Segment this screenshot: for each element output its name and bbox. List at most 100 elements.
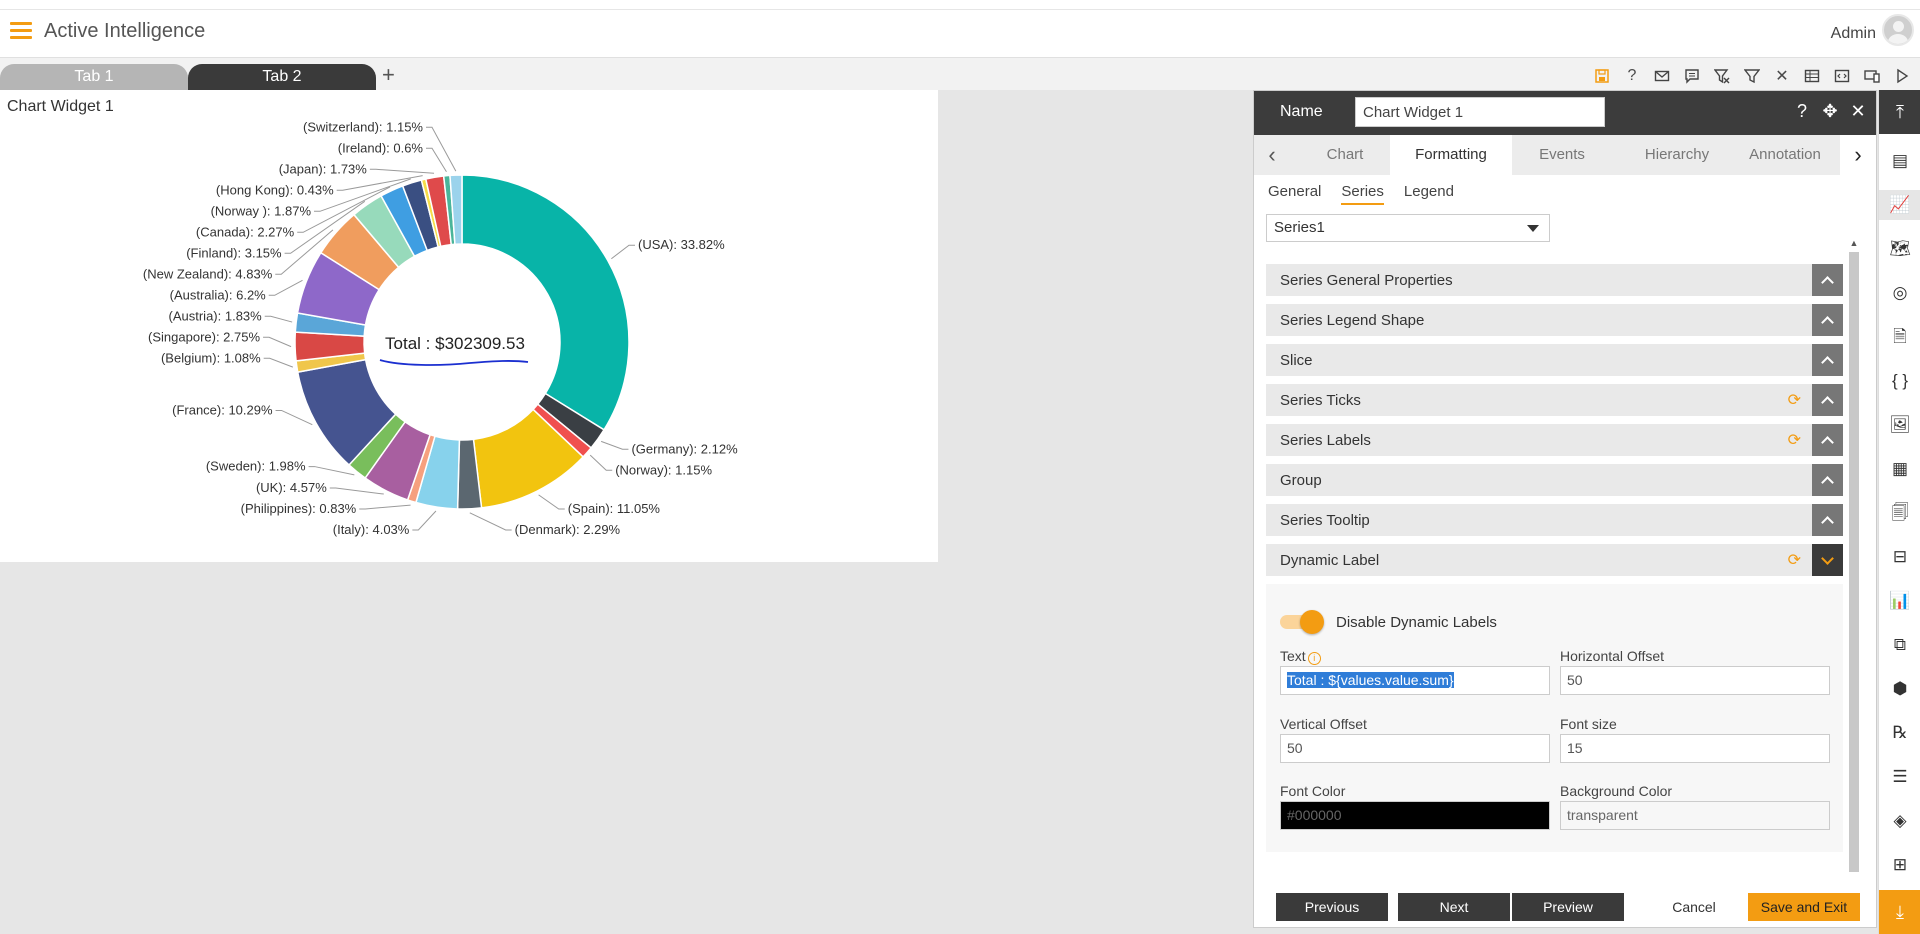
refresh-icon[interactable]: ⟳ xyxy=(1788,390,1801,410)
embed-icon[interactable] xyxy=(1830,64,1854,88)
scroll-up-icon[interactable]: ▲ xyxy=(1848,238,1860,248)
slice-label: (Austria): 1.83% xyxy=(169,308,263,323)
section-series-ticks[interactable]: Series Ticks ⟳ xyxy=(1266,384,1843,416)
background-color-input[interactable]: transparent xyxy=(1560,801,1830,830)
refresh-icon[interactable]: ⟳ xyxy=(1788,430,1801,450)
section-slice[interactable]: Slice xyxy=(1266,344,1843,376)
collapse-button[interactable] xyxy=(1812,264,1843,296)
scrollbar-thumb[interactable] xyxy=(1849,252,1859,872)
chevron-up-icon xyxy=(1821,395,1834,409)
widget-name-input[interactable] xyxy=(1355,97,1605,127)
series-select-value: Series1 xyxy=(1274,219,1325,236)
previous-button[interactable]: Previous xyxy=(1276,893,1388,921)
save-icon[interactable] xyxy=(1590,64,1614,88)
label-leader-line xyxy=(308,466,355,476)
collapse-button[interactable] xyxy=(1812,344,1843,376)
cancel-button[interactable]: Cancel xyxy=(1652,893,1736,921)
help-icon[interactable]: ? xyxy=(1620,64,1644,88)
next-button[interactable]: Next xyxy=(1398,893,1510,921)
collapse-top-icon[interactable]: ⤒ xyxy=(1879,90,1920,134)
preview-button[interactable]: Preview xyxy=(1512,893,1624,921)
add-widget-icon[interactable]: ⊞ xyxy=(1879,850,1920,880)
collapse-button[interactable] xyxy=(1812,504,1843,536)
bar-chart-icon[interactable]: 📊 xyxy=(1879,586,1920,616)
tab-formatting[interactable]: Formatting xyxy=(1390,135,1512,175)
layers-icon[interactable]: ◈ xyxy=(1879,806,1920,836)
section-series-legend-shape[interactable]: Series Legend Shape xyxy=(1266,304,1843,336)
text-input[interactable]: Total : ${values.value.sum} xyxy=(1280,666,1550,695)
font-size-input[interactable]: 15 xyxy=(1560,734,1830,763)
widget-list-icon[interactable]: ▤ xyxy=(1879,146,1920,176)
label-leader-line xyxy=(263,357,294,368)
subtab-general[interactable]: General xyxy=(1268,183,1321,205)
vertical-offset-input[interactable]: 50 xyxy=(1280,734,1550,763)
collapse-button[interactable] xyxy=(1812,424,1843,456)
rx-icon[interactable]: ℞ xyxy=(1879,718,1920,748)
chevron-down-icon xyxy=(1527,225,1539,232)
image-icon[interactable]: 🖼 xyxy=(1879,410,1920,440)
document-icon[interactable]: 🗎 xyxy=(1879,322,1920,352)
tab-annotation[interactable]: Annotation xyxy=(1732,135,1838,175)
code-icon[interactable]: { } xyxy=(1879,366,1920,396)
panel-scrollbar[interactable]: ▲ ▼ xyxy=(1848,238,1860,918)
report-icon[interactable]: 🗐 xyxy=(1879,498,1920,528)
tabs-next-icon[interactable]: › xyxy=(1840,135,1876,175)
slice-label: (Japan): 1.73% xyxy=(279,161,368,176)
app-header: Active Intelligence Admin xyxy=(0,10,1920,58)
collapse-button[interactable] xyxy=(1812,464,1843,496)
save-and-exit-button[interactable]: Save and Exit xyxy=(1748,893,1860,921)
subtab-series[interactable]: Series xyxy=(1341,183,1384,205)
horizontal-offset-input[interactable]: 50 xyxy=(1560,666,1830,695)
gauge-icon[interactable]: ◎ xyxy=(1879,278,1920,308)
font-color-input[interactable]: #000000 xyxy=(1280,801,1550,830)
hamburger-menu-icon[interactable] xyxy=(10,22,32,40)
map-icon[interactable]: 🗺 xyxy=(1879,234,1920,264)
table-icon[interactable] xyxy=(1800,64,1824,88)
section-series-general-properties[interactable]: Series General Properties xyxy=(1266,264,1843,296)
properties-panel: Name ? ✥ ✕ ‹ Chart Formatting Events Hie… xyxy=(1253,90,1877,928)
chart-widget[interactable]: Chart Widget 1 (USA): 33.82% (Germany): 2… xyxy=(0,90,938,562)
form-icon[interactable]: ☰ xyxy=(1879,762,1920,792)
tools-icon[interactable]: ✕ xyxy=(1770,64,1794,88)
chart-widget-icon[interactable]: 📈 xyxy=(1879,190,1920,220)
info-icon[interactable]: i xyxy=(1307,652,1321,665)
section-dynamic-label[interactable]: Dynamic Label ⟳ xyxy=(1266,544,1843,576)
pie-slice[interactable] xyxy=(461,174,630,431)
help-icon[interactable]: ? xyxy=(1792,101,1812,122)
close-icon[interactable]: ✕ xyxy=(1848,101,1868,122)
tab-1[interactable]: Tab 1 xyxy=(0,64,188,90)
subtab-legend[interactable]: Legend xyxy=(1404,183,1454,205)
section-series-tooltip[interactable]: Series Tooltip xyxy=(1266,504,1843,536)
comment-icon[interactable] xyxy=(1680,64,1704,88)
mail-icon[interactable] xyxy=(1650,64,1674,88)
cubes-icon[interactable]: ⬢ xyxy=(1879,674,1920,704)
main-tabs: ‹ Chart Formatting Events Hierarchy Anno… xyxy=(1254,135,1876,175)
move-icon[interactable]: ✥ xyxy=(1820,101,1840,122)
tabs-prev-icon[interactable]: ‹ xyxy=(1254,135,1290,175)
tab-hierarchy[interactable]: Hierarchy xyxy=(1622,135,1732,175)
collapse-button[interactable] xyxy=(1812,384,1843,416)
user-name[interactable]: Admin xyxy=(1831,25,1876,43)
tab-chart[interactable]: Chart xyxy=(1300,135,1390,175)
series-select[interactable]: Series1 xyxy=(1266,214,1550,242)
download-icon[interactable]: ⤓ xyxy=(1879,890,1920,934)
tab-2[interactable]: Tab 2 xyxy=(188,64,376,90)
expand-button[interactable] xyxy=(1812,544,1843,576)
filter-icon[interactable] xyxy=(1740,64,1764,88)
avatar[interactable] xyxy=(1882,14,1914,46)
section-group[interactable]: Group xyxy=(1266,464,1843,496)
add-tab-button[interactable]: + xyxy=(382,62,395,88)
tree-icon[interactable]: ⊟ xyxy=(1879,542,1920,572)
devices-icon[interactable] xyxy=(1860,64,1884,88)
tab-events[interactable]: Events xyxy=(1512,135,1612,175)
clear-filter-icon[interactable] xyxy=(1710,64,1734,88)
section-series-labels[interactable]: Series Labels ⟳ xyxy=(1266,424,1843,456)
play-icon[interactable] xyxy=(1890,64,1914,88)
section-label: Group xyxy=(1280,472,1322,489)
slice-label: (Italy): 4.03% xyxy=(333,522,410,537)
disable-dynamic-labels-toggle[interactable] xyxy=(1280,610,1324,634)
refresh-icon[interactable]: ⟳ xyxy=(1788,550,1801,570)
layout-icon[interactable]: ▦ xyxy=(1879,454,1920,484)
collapse-button[interactable] xyxy=(1812,304,1843,336)
copy-icon[interactable]: ⧉ xyxy=(1879,630,1920,660)
